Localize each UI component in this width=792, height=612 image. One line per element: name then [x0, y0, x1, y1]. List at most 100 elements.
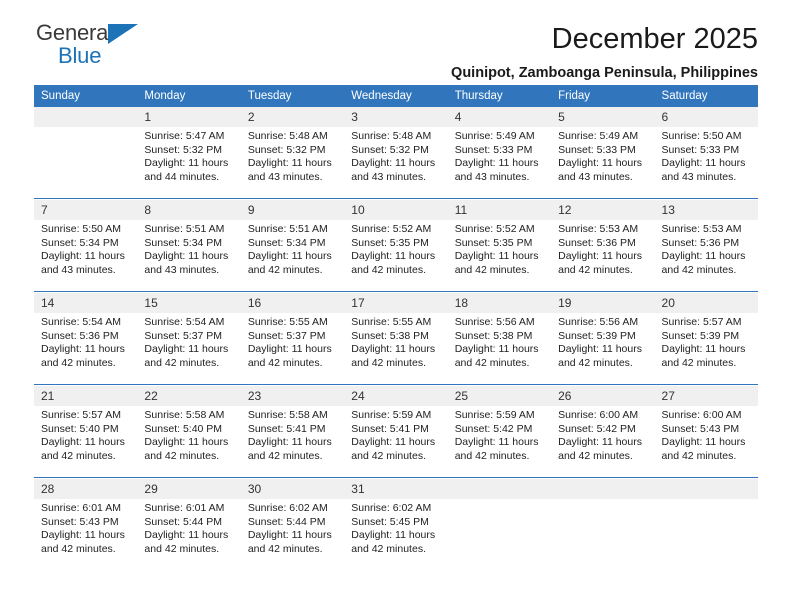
day-cell-24[interactable]: Sunrise: 5:59 AM Sunset: 5:41 PM Daylight:… — [344, 406, 448, 478]
day-number-28[interactable]: 28 — [34, 479, 138, 499]
day-number-5[interactable]: 5 — [551, 107, 655, 127]
day-cell-27[interactable]: Sunrise: 6:00 AM Sunset: 5:43 PM Daylight:… — [654, 406, 758, 478]
day-detail-line: Sunset: 5:43 PM — [41, 515, 119, 528]
day-number-7[interactable]: 7 — [34, 200, 138, 220]
day-cell-17[interactable]: Sunrise: 5:55 AM Sunset: 5:38 PM Daylight:… — [344, 313, 448, 385]
day-number-16[interactable]: 16 — [240, 293, 345, 313]
day-number-13[interactable]: 13 — [654, 200, 758, 220]
day-number-24[interactable]: 24 — [344, 386, 448, 406]
day-number-31[interactable]: 31 — [344, 479, 448, 499]
day-number-15[interactable]: 15 — [137, 293, 241, 313]
day-detail-line: Sunrise: 5:58 AM — [247, 409, 328, 421]
day-number-9[interactable]: 9 — [240, 200, 345, 220]
day-detail-line: Sunrise: 5:56 AM — [558, 316, 639, 328]
day-detail-line: Daylight: 11 hours — [661, 250, 746, 263]
day-cell-15[interactable]: Sunrise: 5:54 AM Sunset: 5:37 PM Daylight:… — [137, 313, 241, 385]
day-cell-19[interactable]: Sunrise: 5:56 AM Sunset: 5:39 PM Daylight:… — [551, 313, 655, 385]
day-cell-25[interactable]: Sunrise: 5:59 AM Sunset: 5:42 PM Daylight:… — [447, 406, 552, 478]
brand-logo[interactable]: General Blue — [34, 22, 164, 74]
day-number-23[interactable]: 23 — [240, 386, 345, 406]
day-cell-29[interactable]: Sunrise: 6:01 AM Sunset: 5:44 PM Daylight:… — [137, 499, 241, 570]
day-detail-line: Sunrise: 6:00 AM — [558, 409, 639, 421]
day-cell-14[interactable]: Sunrise: 5:54 AM Sunset: 5:36 PM Daylight:… — [34, 313, 138, 385]
day-detail-line: Daylight: 11 hours — [351, 157, 436, 170]
day-cell-2[interactable]: Sunrise: 5:48 AM Sunset: 5:32 PM Daylight:… — [240, 127, 345, 199]
day-detail-line: Sunset: 5:36 PM — [661, 236, 740, 249]
day-detail-line: and 42 minutes. — [41, 449, 116, 462]
day-number-26[interactable]: 26 — [551, 386, 655, 406]
day-detail-line: and 42 minutes. — [351, 542, 426, 555]
day-number-1[interactable]: 1 — [137, 107, 241, 127]
day-cell-1[interactable]: Sunrise: 5:47 AM Sunset: 5:32 PM Daylight:… — [137, 127, 241, 199]
day-detail-line: Sunrise: 5:59 AM — [351, 409, 432, 421]
day-number-10[interactable]: 10 — [344, 200, 448, 220]
day-detail-line: Sunset: 5:32 PM — [351, 143, 429, 156]
day-detail-line: Sunset: 5:34 PM — [247, 236, 326, 249]
day-number-empty — [447, 479, 552, 499]
day-detail-line: Sunset: 5:44 PM — [144, 515, 223, 528]
page-subtitle: Quinipot, Zamboanga Peninsula, Philippin… — [451, 65, 758, 81]
day-cell-18[interactable]: Sunrise: 5:56 AM Sunset: 5:38 PM Daylight:… — [447, 313, 552, 385]
day-cell-12[interactable]: Sunrise: 5:53 AM Sunset: 5:36 PM Daylight:… — [551, 220, 655, 292]
day-cell-13[interactable]: Sunrise: 5:53 AM Sunset: 5:36 PM Daylight:… — [654, 220, 758, 292]
day-cell-22[interactable]: Sunrise: 5:58 AM Sunset: 5:40 PM Daylight:… — [137, 406, 241, 478]
day-detail-line: and 43 minutes. — [558, 170, 633, 183]
day-number-25[interactable]: 25 — [447, 386, 552, 406]
day-detail-line: and 44 minutes. — [144, 170, 220, 183]
day-number-29[interactable]: 29 — [137, 479, 241, 499]
day-cell-30[interactable]: Sunrise: 6:02 AM Sunset: 5:44 PM Daylight:… — [240, 499, 345, 570]
day-cell-20[interactable]: Sunrise: 5:57 AM Sunset: 5:39 PM Daylight:… — [654, 313, 758, 385]
day-number-3[interactable]: 3 — [344, 107, 448, 127]
day-cell-7[interactable]: Sunrise: 5:50 AM Sunset: 5:34 PM Daylight:… — [34, 220, 138, 292]
day-number-21[interactable]: 21 — [34, 386, 138, 406]
day-detail-line: Sunset: 5:42 PM — [558, 422, 636, 435]
day-cell-26[interactable]: Sunrise: 6:00 AM Sunset: 5:42 PM Daylight:… — [551, 406, 655, 478]
day-detail-line: Sunset: 5:44 PM — [247, 515, 326, 528]
day-number-22[interactable]: 22 — [137, 386, 241, 406]
day-cell-3[interactable]: Sunrise: 5:48 AM Sunset: 5:32 PM Daylight:… — [344, 127, 448, 199]
day-detail-line: Sunset: 5:38 PM — [351, 329, 429, 342]
day-number-27[interactable]: 27 — [654, 386, 758, 406]
day-number-2[interactable]: 2 — [240, 107, 345, 127]
day-cell-4[interactable]: Sunrise: 5:49 AM Sunset: 5:33 PM Daylight:… — [447, 127, 552, 199]
day-detail-line: and 43 minutes. — [144, 263, 220, 276]
day-cell-16[interactable]: Sunrise: 5:55 AM Sunset: 5:37 PM Daylight:… — [240, 313, 345, 385]
day-number-empty — [551, 479, 655, 499]
day-number-8[interactable]: 8 — [137, 200, 241, 220]
day-number-14[interactable]: 14 — [34, 293, 138, 313]
day-detail-line: Sunrise: 5:47 AM — [144, 130, 225, 142]
day-cell-5[interactable]: Sunrise: 5:49 AM Sunset: 5:33 PM Daylight:… — [551, 127, 655, 199]
calendar-page: General Blue December 2025 Quinipot, Zam… — [0, 0, 792, 612]
day-number-17[interactable]: 17 — [344, 293, 448, 313]
day-detail-line: and 42 minutes. — [454, 356, 530, 369]
day-cell-6[interactable]: Sunrise: 5:50 AM Sunset: 5:33 PM Daylight:… — [654, 127, 758, 199]
day-detail-line: Sunset: 5:35 PM — [351, 236, 429, 249]
day-detail-line: and 42 minutes. — [661, 263, 737, 276]
day-number-12[interactable]: 12 — [551, 200, 655, 220]
day-number-6[interactable]: 6 — [654, 107, 758, 127]
day-detail-line: Sunset: 5:42 PM — [454, 422, 533, 435]
day-number-4[interactable]: 4 — [447, 107, 552, 127]
day-cell-8[interactable]: Sunrise: 5:51 AM Sunset: 5:34 PM Daylight:… — [137, 220, 241, 292]
day-number-empty — [654, 479, 758, 499]
day-detail-line: and 42 minutes. — [351, 263, 426, 276]
day-detail-line: and 42 minutes. — [558, 449, 633, 462]
day-number-18[interactable]: 18 — [447, 293, 552, 313]
day-number-30[interactable]: 30 — [240, 479, 345, 499]
day-number-19[interactable]: 19 — [551, 293, 655, 313]
day-number-20[interactable]: 20 — [654, 293, 758, 313]
day-cell-10[interactable]: Sunrise: 5:52 AM Sunset: 5:35 PM Daylight:… — [344, 220, 448, 292]
day-detail-line: Sunset: 5:35 PM — [454, 236, 533, 249]
day-detail-line: and 43 minutes. — [41, 263, 116, 276]
day-cell-23[interactable]: Sunrise: 5:58 AM Sunset: 5:41 PM Daylight:… — [240, 406, 345, 478]
day-number-11[interactable]: 11 — [447, 200, 552, 220]
day-detail-line: and 43 minutes. — [661, 170, 737, 183]
day-detail-line: Sunrise: 5:49 AM — [454, 130, 535, 142]
day-cell-31[interactable]: Sunrise: 6:02 AM Sunset: 5:45 PM Daylight:… — [344, 499, 448, 570]
day-detail-line: and 42 minutes. — [41, 356, 116, 369]
day-cell-28[interactable]: Sunrise: 6:01 AM Sunset: 5:43 PM Daylight:… — [34, 499, 138, 570]
day-cell-11[interactable]: Sunrise: 5:52 AM Sunset: 5:35 PM Daylight:… — [447, 220, 552, 292]
day-cell-9[interactable]: Sunrise: 5:51 AM Sunset: 5:34 PM Daylight:… — [240, 220, 345, 292]
day-detail-line: Sunrise: 6:00 AM — [661, 409, 742, 421]
day-cell-21[interactable]: Sunrise: 5:57 AM Sunset: 5:40 PM Daylight:… — [34, 406, 138, 478]
